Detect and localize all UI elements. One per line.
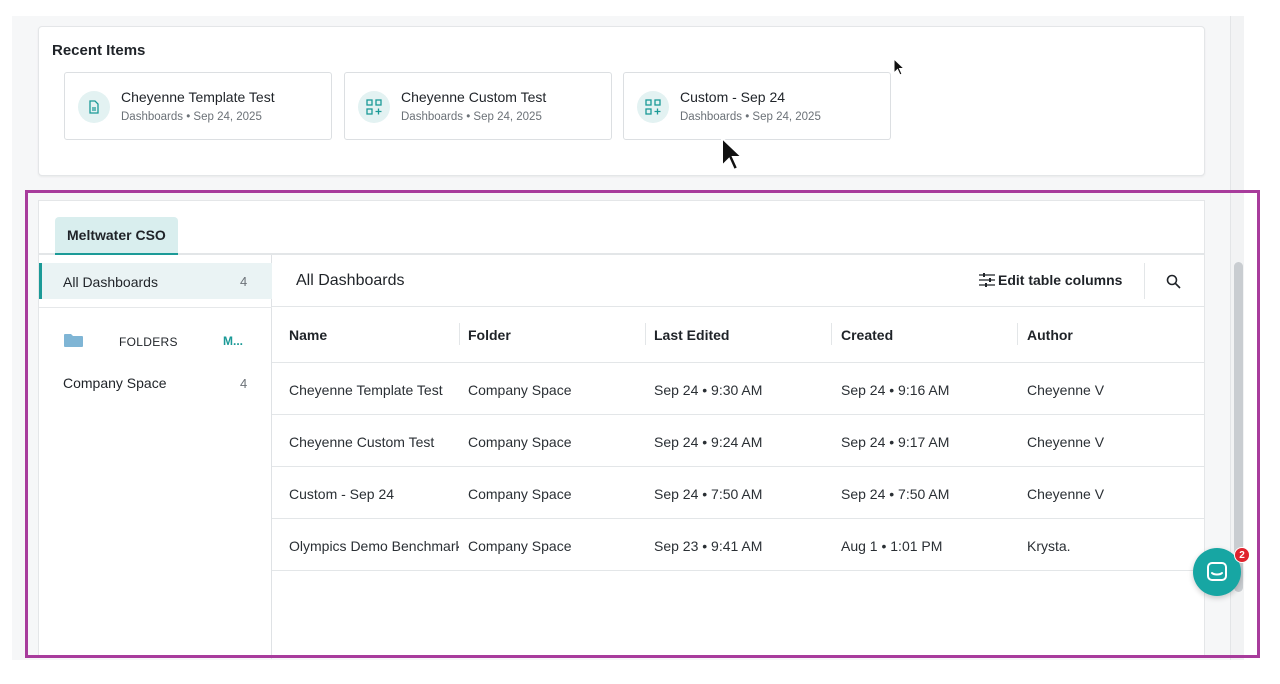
grid-add-icon [358, 91, 390, 123]
grid-add-icon [637, 91, 669, 123]
recent-item-meta: Dashboards • Sep 24, 2025 [401, 111, 542, 123]
recent-items-title: Recent Items [52, 42, 146, 59]
notification-badge: 2 [1234, 547, 1250, 563]
chat-icon [1207, 562, 1227, 581]
recent-item-name: Cheyenne Custom Test [401, 89, 547, 105]
recent-item-meta: Dashboards • Sep 24, 2025 [121, 111, 262, 123]
recent-item-card[interactable]: Cheyenne Template Test Dashboards • Sep … [64, 72, 332, 140]
recent-item-card[interactable]: Cheyenne Custom Test Dashboards • Sep 24… [344, 72, 612, 140]
recent-item-card[interactable]: Custom - Sep 24 Dashboards • Sep 24, 202… [623, 72, 891, 140]
mouse-cursor-icon [721, 135, 744, 172]
recent-item-meta: Dashboards • Sep 24, 2025 [680, 111, 821, 123]
highlight-annotation-frame [25, 190, 1260, 658]
document-icon [78, 91, 110, 123]
mouse-cursor-icon [893, 58, 905, 76]
recent-items-card: Recent Items Cheyenne Template Test Dash… [38, 26, 1205, 176]
recent-item-name: Cheyenne Template Test [121, 89, 275, 105]
recent-item-name: Custom - Sep 24 [680, 89, 786, 105]
